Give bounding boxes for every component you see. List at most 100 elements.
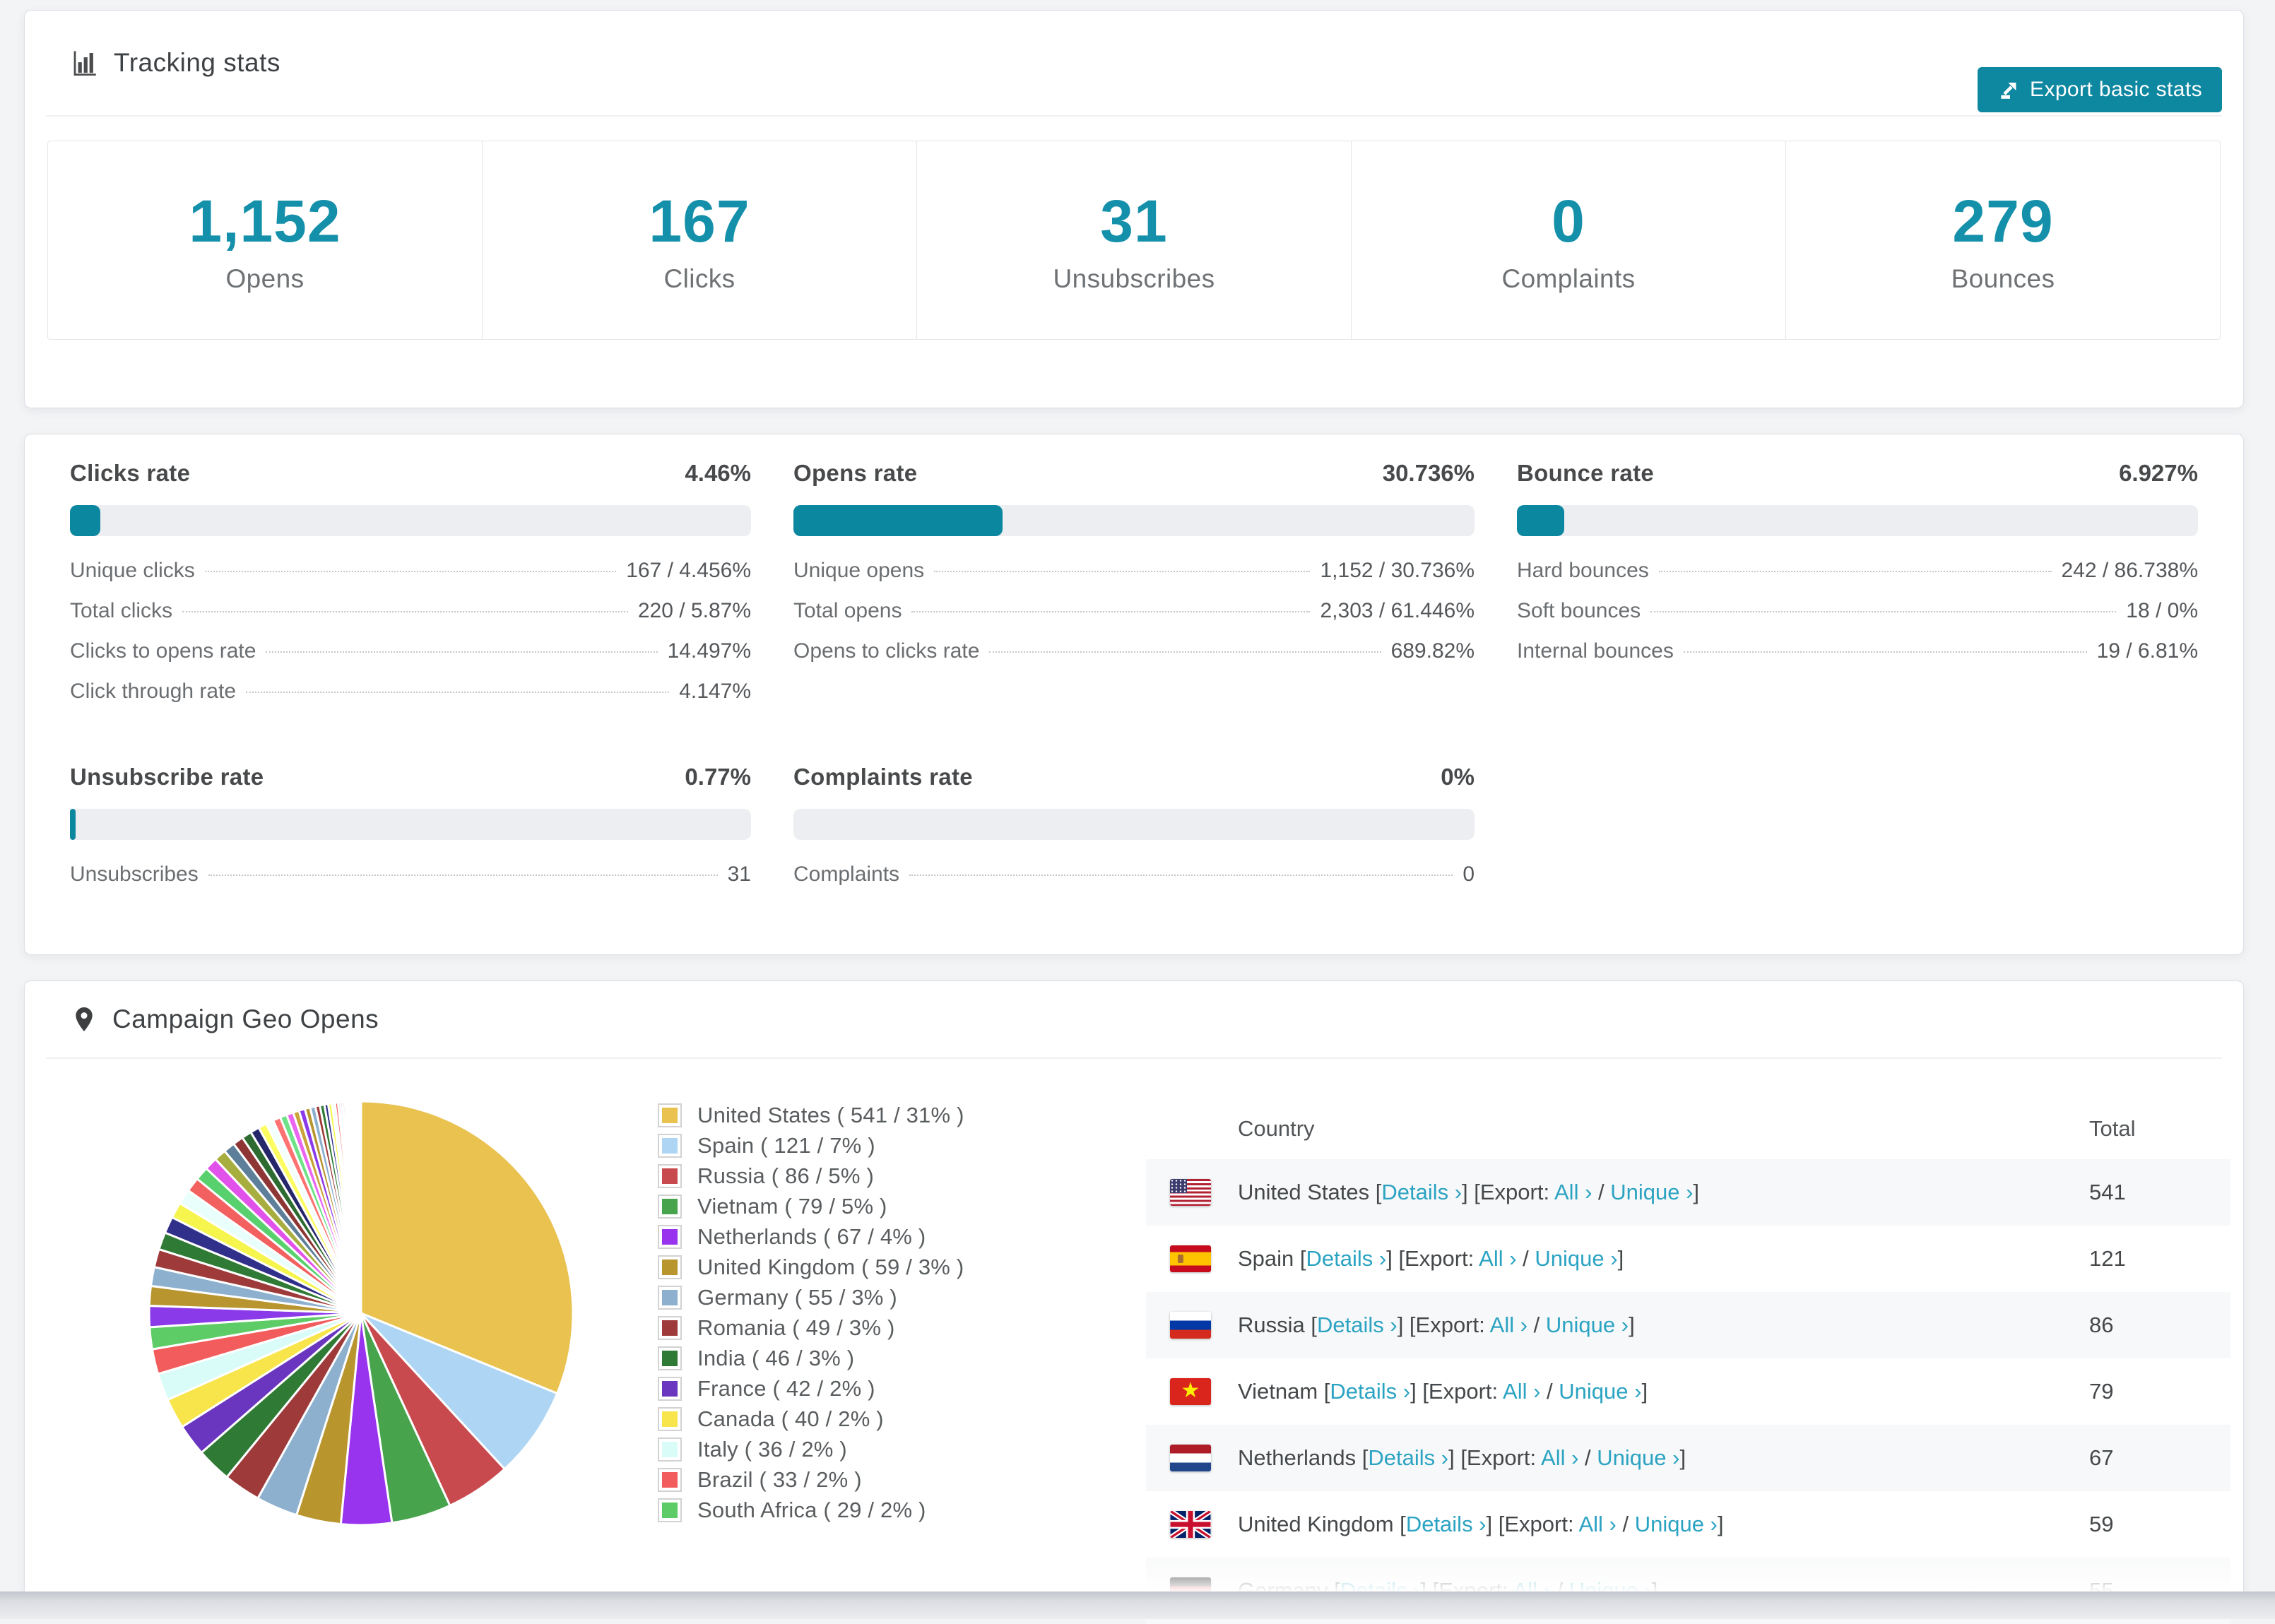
flag-vn-icon <box>1170 1378 1211 1405</box>
rate-detail-value: 14.497% <box>668 639 751 663</box>
total-cell-spain: 121 <box>2089 1246 2230 1272</box>
legend-label: Russia ( 86 / 5% ) <box>697 1163 874 1189</box>
progress-bar-bounce-rate <box>1517 505 2198 536</box>
column-header-country: Country <box>1238 1116 2089 1142</box>
export-basic-stats-button[interactable]: Export basic stats <box>1978 67 2222 112</box>
stat-label-opens: Opens <box>225 264 304 294</box>
progress-bar-fill <box>70 809 76 840</box>
legend-label: France ( 42 / 2% ) <box>697 1376 875 1401</box>
legend-swatch-icon <box>658 1286 682 1310</box>
legend-swatch-icon <box>658 1377 682 1401</box>
export-all-link[interactable]: All › <box>1503 1379 1540 1404</box>
legend-item-vietnam: Vietnam ( 79 / 5% ) <box>658 1191 964 1221</box>
legend-swatch-icon <box>658 1438 682 1462</box>
geo-opens-title: Campaign Geo Opens <box>112 1004 379 1034</box>
rate-detail-value: 31 <box>728 863 751 887</box>
rate-detail-label: Unsubscribes <box>70 863 199 887</box>
progress-bar-fill <box>1517 505 1564 536</box>
details-link[interactable]: Details › <box>1306 1246 1387 1271</box>
geo-opens-header: Campaign Geo Opens <box>46 981 2222 1059</box>
rate-head-bounce-rate: Bounce rate6.927% <box>1517 460 2198 494</box>
export-unique-link[interactable]: Unique › <box>1597 1445 1679 1470</box>
stat-label-complaints: Complaints <box>1501 264 1635 294</box>
stat-label-unsubscribes: Unsubscribes <box>1053 264 1215 294</box>
flag-ru-icon <box>1170 1312 1211 1339</box>
export-unique-link[interactable]: Unique › <box>1535 1246 1617 1271</box>
dotted-leader <box>208 875 718 876</box>
stat-tile-opens: 1,152Opens <box>48 141 483 339</box>
rate-detail-value: 220 / 5.87% <box>638 599 751 623</box>
geo-country-table: Country Total United States [Details ›] … <box>1146 1098 2230 1624</box>
rate-detail-row: Unsubscribes 31 <box>70 863 751 903</box>
export-all-link[interactable]: All › <box>1479 1246 1516 1271</box>
legend-swatch-icon <box>658 1316 682 1340</box>
tracking-stats-card: Tracking stats Export basic stats 1,152O… <box>24 10 2244 408</box>
stat-tile-clicks: 167Clicks <box>483 141 917 339</box>
details-link[interactable]: Details › <box>1406 1512 1487 1536</box>
stat-value-clicks: 167 <box>649 187 750 256</box>
export-unique-link[interactable]: Unique › <box>1610 1180 1693 1204</box>
rate-title: Opens rate <box>793 460 917 487</box>
dotted-leader <box>1659 571 2052 572</box>
progress-bar-unsubscribe-rate <box>70 809 751 840</box>
export-all-link[interactable]: All › <box>1490 1312 1528 1337</box>
rate-block-clicks-rate: Clicks rate4.46%Unique clicks167 / 4.456… <box>70 460 751 720</box>
legend-swatch-icon <box>658 1255 682 1279</box>
total-cell-netherlands: 67 <box>2089 1445 2230 1471</box>
export-all-link[interactable]: All › <box>1554 1180 1592 1204</box>
rate-detail-value: 242 / 86.738% <box>2062 559 2199 583</box>
legend-item-south-africa: South Africa ( 29 / 2% ) <box>658 1495 964 1525</box>
legend-item-netherlands: Netherlands ( 67 / 4% ) <box>658 1221 964 1252</box>
dotted-leader <box>911 611 1310 612</box>
legend-swatch-icon <box>658 1407 682 1431</box>
total-cell-united-states: 541 <box>2089 1180 2230 1205</box>
total-cell-united-kingdom: 59 <box>2089 1512 2230 1537</box>
legend-label: Netherlands ( 67 / 4% ) <box>697 1224 926 1250</box>
rate-detail-row: Click through rate4.147% <box>70 680 751 720</box>
stat-tile-unsubscribes: 31 Unsubscribes <box>917 141 1352 339</box>
details-link[interactable]: Details › <box>1330 1379 1410 1404</box>
details-link[interactable]: Details › <box>1368 1445 1448 1470</box>
rate-detail-label: Unique opens <box>793 559 924 583</box>
export-all-link[interactable]: All › <box>1578 1512 1616 1536</box>
rate-detail-label: Internal bounces <box>1517 639 1674 663</box>
rate-detail-row: Clicks to opens rate14.497% <box>70 639 751 680</box>
rate-detail-row: Total clicks220 / 5.87% <box>70 599 751 639</box>
stat-value-unsubscribes: 31 <box>1100 187 1167 256</box>
export-unique-link[interactable]: Unique › <box>1559 1379 1641 1404</box>
rate-block-complaints-rate: Complaints rate0%Complaints0 <box>793 764 1475 903</box>
rate-head-clicks-rate: Clicks rate4.46% <box>70 460 751 494</box>
rate-detail-row: Opens to clicks rate689.82% <box>793 639 1475 680</box>
legend-swatch-icon <box>658 1195 682 1219</box>
export-unique-link[interactable]: Unique › <box>1635 1512 1718 1536</box>
rate-detail-value: 18 / 0% <box>2126 599 2198 623</box>
legend-swatch-icon <box>658 1164 682 1188</box>
rates-card: Clicks rate4.46%Unique clicks167 / 4.456… <box>24 434 2244 955</box>
rate-title: Unsubscribe rate <box>70 764 264 790</box>
rate-detail-value: 19 / 6.81% <box>2097 639 2198 663</box>
rate-detail-row: Soft bounces18 / 0% <box>1517 599 2198 639</box>
export-all-link[interactable]: All › <box>1541 1445 1578 1470</box>
rate-detail-value: 689.82% <box>1391 639 1475 663</box>
rate-head-opens-rate: Opens rate30.736% <box>793 460 1475 494</box>
legend-item-russia: Russia ( 86 / 5% ) <box>658 1161 964 1191</box>
rate-detail-row: Complaints0 <box>793 863 1475 903</box>
rate-block-bounce-rate: Bounce rate6.927%Hard bounces242 / 86.73… <box>1517 460 2198 720</box>
stat-label-bounces: Bounces <box>1951 264 2055 294</box>
rate-detail-value: 1,152 / 30.736% <box>1320 559 1475 583</box>
flag-gb-icon <box>1170 1511 1211 1538</box>
country-cell-netherlands: Netherlands [Details ›] [Export: All › /… <box>1238 1445 2089 1471</box>
country-cell-united-states: United States [Details ›] [Export: All ›… <box>1238 1180 2089 1205</box>
rate-head-unsubscribe-rate: Unsubscribe rate0.77% <box>70 764 751 798</box>
export-unique-link[interactable]: Unique › <box>1546 1312 1629 1337</box>
details-link[interactable]: Details › <box>1381 1180 1462 1204</box>
legend-item-united-states: United States ( 541 / 31% ) <box>658 1100 964 1130</box>
summary-stats-row: 1,152Opens167Clicks31Unsubscribes0Compla… <box>47 141 2221 340</box>
legend-label: United Kingdom ( 59 / 3% ) <box>697 1255 964 1280</box>
legend-swatch-icon <box>658 1225 682 1249</box>
legend-swatch-icon <box>658 1498 682 1522</box>
progress-bar-opens-rate <box>793 505 1475 536</box>
legend-label: Italy ( 36 / 2% ) <box>697 1437 847 1462</box>
details-link[interactable]: Details › <box>1317 1312 1398 1337</box>
rate-title: Complaints rate <box>793 764 973 790</box>
